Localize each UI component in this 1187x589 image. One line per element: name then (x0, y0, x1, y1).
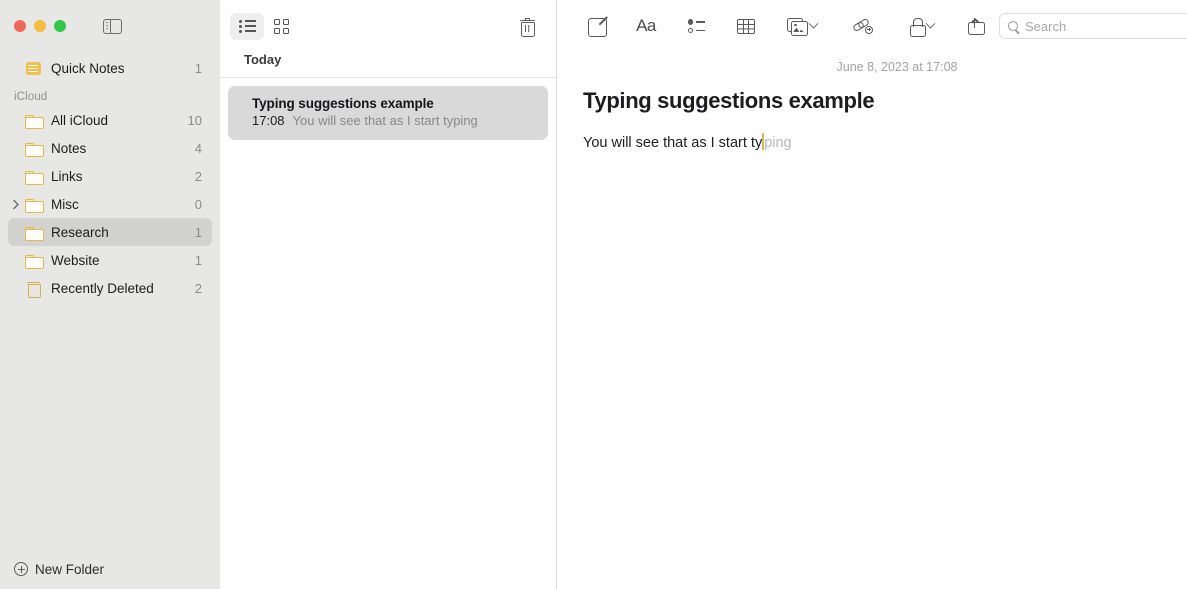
zoom-button[interactable] (54, 20, 66, 32)
table-button[interactable] (721, 12, 771, 40)
lock-icon (910, 18, 924, 35)
sidebar-item-label: Misc (51, 197, 195, 212)
sidebar-item-label: Research (51, 225, 195, 240)
sidebar-toggle-icon[interactable] (103, 19, 122, 34)
checklist-icon (688, 19, 705, 33)
note-editor-pane: Aa (557, 0, 1187, 589)
sidebar-item-count: 1 (195, 225, 202, 240)
sidebar-item-label: Recently Deleted (51, 281, 195, 296)
note-date: June 8, 2023 at 17:08 (583, 60, 1187, 74)
window-controls (0, 0, 220, 52)
format-aa-icon: Aa (636, 16, 656, 36)
quick-note-icon (24, 60, 42, 76)
note-list-rows: Typing suggestions example 17:08 You wil… (220, 78, 556, 140)
note-list-toolbar (220, 0, 556, 52)
note-body-typed: You will see that as I start ty (583, 134, 762, 154)
checklist-button[interactable] (671, 12, 721, 40)
search-input[interactable] (1025, 19, 1187, 34)
note-body-text[interactable]: You will see that as I start typing (583, 130, 1187, 154)
sidebar-item-count: 2 (195, 169, 202, 184)
compose-icon (588, 18, 605, 35)
sidebar-item-misc[interactable]: Misc 0 (8, 190, 212, 218)
sidebar-item-website[interactable]: Website 1 (8, 246, 212, 274)
lock-button[interactable] (893, 12, 951, 40)
list-view-button[interactable] (230, 13, 264, 40)
folder-icon (24, 168, 42, 184)
editor-toolbar: Aa (557, 0, 1187, 52)
gallery-view-button[interactable] (264, 13, 298, 40)
trash-icon (520, 18, 535, 35)
note-item-meta: 17:08 You will see that as I start typin… (252, 113, 534, 128)
delete-note-button[interactable] (514, 13, 540, 39)
note-list-pane: Today Typing suggestions example 17:08 Y… (220, 0, 557, 589)
folder-icon (24, 196, 42, 212)
search-box[interactable] (999, 13, 1187, 39)
sidebar-item-label: All iCloud (51, 113, 188, 128)
note-item-snippet: You will see that as I start typing (293, 113, 478, 128)
note-editor-body[interactable]: June 8, 2023 at 17:08 Typing suggestions… (557, 52, 1187, 589)
typing-suggestion-text: ping (764, 134, 791, 154)
sidebar-item-label: Notes (51, 141, 195, 156)
close-button[interactable] (14, 20, 26, 32)
format-button[interactable]: Aa (621, 12, 671, 40)
chevron-down-icon[interactable] (809, 18, 819, 28)
sidebar-item-count: 1 (195, 61, 202, 76)
sidebar-item-label: Website (51, 253, 195, 268)
sidebar-item-count: 1 (195, 253, 202, 268)
table-icon (737, 19, 755, 34)
sidebar-group-header-icloud: iCloud (0, 82, 220, 106)
note-item-title: Typing suggestions example (252, 96, 534, 111)
text-caret (762, 133, 764, 150)
sidebar-item-count: 4 (195, 141, 202, 156)
media-button[interactable] (771, 12, 833, 40)
folder-icon (24, 252, 42, 268)
folder-icon (24, 224, 42, 240)
sidebar-item-quick-notes[interactable]: Quick Notes 1 (8, 54, 212, 82)
list-view-icon (239, 20, 256, 33)
sidebar-item-count: 0 (195, 197, 202, 212)
sidebar-item-notes[interactable]: Notes 4 (8, 134, 212, 162)
sidebar-item-count: 10 (188, 113, 202, 128)
note-item-time: 17:08 (252, 113, 285, 128)
sidebar-item-label: Quick Notes (51, 61, 195, 76)
new-folder-label: New Folder (35, 562, 104, 577)
minimize-button[interactable] (34, 20, 46, 32)
new-folder-button[interactable]: New Folder (0, 551, 220, 587)
media-icon (787, 18, 807, 34)
sidebar-item-label: Links (51, 169, 195, 184)
sidebar-item-count: 2 (195, 281, 202, 296)
chevron-down-icon[interactable] (926, 18, 936, 28)
note-list-item[interactable]: Typing suggestions example 17:08 You wil… (228, 86, 548, 140)
sidebar-item-links[interactable]: Links 2 (8, 162, 212, 190)
sidebar-item-all-icloud[interactable]: All iCloud 10 (8, 106, 212, 134)
trash-icon (24, 280, 42, 296)
chevron-right-icon[interactable] (12, 200, 21, 209)
search-icon (1008, 21, 1018, 31)
plus-circle-icon (14, 562, 28, 576)
folder-icon (24, 112, 42, 128)
note-title[interactable]: Typing suggestions example (583, 88, 1187, 114)
gallery-view-icon (274, 19, 289, 34)
sidebar-list: Quick Notes 1 iCloud All iCloud 10 Notes… (0, 52, 220, 551)
sidebar-item-research[interactable]: Research 1 (8, 218, 212, 246)
link-icon (853, 19, 873, 34)
compose-note-button[interactable] (571, 12, 621, 40)
folder-icon (24, 140, 42, 156)
sidebar-item-recently-deleted[interactable]: Recently Deleted 2 (8, 274, 212, 302)
share-button[interactable] (951, 12, 999, 40)
share-icon (968, 18, 983, 35)
link-button[interactable] (833, 12, 893, 40)
notes-app-window: Quick Notes 1 iCloud All iCloud 10 Notes… (0, 0, 1187, 589)
sidebar: Quick Notes 1 iCloud All iCloud 10 Notes… (0, 0, 220, 589)
note-list-section-header: Today (220, 52, 556, 78)
